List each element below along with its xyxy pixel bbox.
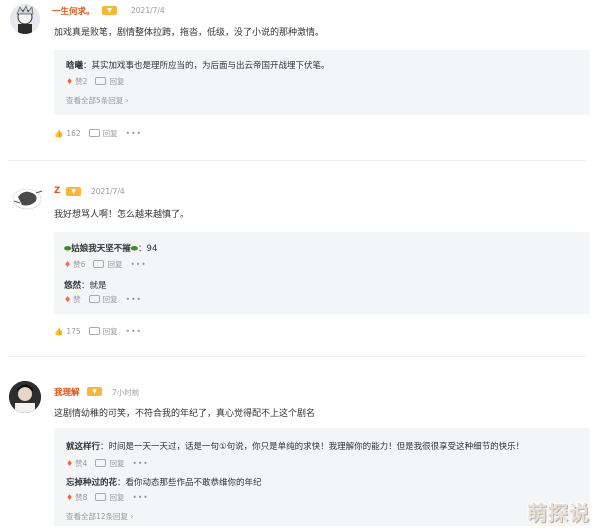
reply-text: ：其实加戏事也是理所应当的，为后面与出云帝国开战埋下伏笔。 — [83, 61, 330, 71]
reply-item: 晗曦：其实加戏事也是理所应当的，为后面与出云帝国开战埋下伏笔。 — [66, 59, 330, 71]
reply-icon[interactable] — [95, 459, 107, 467]
reply-link[interactable]: 回复 — [107, 260, 122, 269]
more-dots-icon[interactable]: ••• — [126, 129, 142, 138]
level-badge-icon: ▼ — [66, 187, 81, 196]
reply-actions: ♦ 赞4 回复 ••• — [66, 458, 149, 469]
reply-item: ⬬姑娘我天坚不摧⬬：94 — [64, 242, 157, 254]
avatar[interactable] — [10, 4, 40, 34]
avatar[interactable] — [8, 183, 46, 215]
chevron-right-icon: › — [128, 512, 134, 521]
timestamp: 2021/7/4 — [131, 6, 165, 15]
like-count[interactable]: 赞4 — [75, 459, 87, 468]
like-count[interactable]: 赞6 — [73, 260, 85, 269]
more-dots-icon[interactable]: ••• — [130, 260, 146, 269]
reply-link[interactable]: 回复 — [103, 295, 118, 304]
reply-link[interactable]: 回复 — [109, 493, 124, 502]
like-count[interactable]: 赞 — [73, 295, 81, 304]
reply-item: 就这样行：时间是一天一天过，话是一句①句说，你只是单纯的求快！我理解你的能力！但… — [66, 440, 524, 452]
reply-icon[interactable] — [93, 260, 105, 268]
timestamp: 2021/7/4 — [91, 187, 125, 196]
reply-actions: ♦ 赞 回复 ••• — [64, 294, 142, 305]
flame-icon[interactable]: ♦ — [66, 459, 73, 468]
view-all-label: 查看全部12条回复 — [66, 512, 129, 521]
flame-icon[interactable]: ♦ — [64, 260, 71, 269]
divider — [8, 160, 586, 161]
flame-icon[interactable]: ♦ — [64, 295, 71, 304]
flame-icon[interactable]: ♦ — [66, 77, 73, 86]
username[interactable]: Z — [54, 186, 60, 196]
username[interactable]: 我理解 — [54, 386, 80, 398]
more-dots-icon[interactable]: ••• — [126, 295, 142, 304]
reply-username[interactable]: 悠然 — [64, 281, 81, 291]
reply-username[interactable]: 就这样行 — [66, 442, 100, 452]
username[interactable]: 一生何求。 — [52, 5, 95, 17]
watermark: 萌探说 — [527, 501, 590, 525]
avatar-figure-icon — [10, 4, 40, 34]
divider — [8, 356, 586, 357]
like-count[interactable]: 175 — [66, 327, 80, 336]
comment-text: 加戏真是败笔，剧情整体拉跨，拖沓，低级，没了小说的那种激情。 — [54, 28, 325, 38]
reply-item: 忘掉种过的花：看你动态那些作品不敢恭维你的年纪 — [66, 476, 262, 488]
more-dots-icon[interactable]: ••• — [132, 493, 148, 502]
like-count[interactable]: 162 — [66, 129, 80, 138]
reply-text: ：看你动态那些作品不敢恭维你的年纪 — [117, 478, 262, 488]
reply-text: ：时间是一天一天过，话是一句①句说，你只是单纯的求快！我理解你的能力！但是我很很… — [100, 442, 525, 452]
avatar[interactable] — [9, 381, 41, 413]
avatar-figure-icon — [12, 188, 43, 210]
timestamp: 7小时前 — [112, 388, 140, 397]
reply-username[interactable]: 晗曦 — [66, 61, 83, 71]
thumb-up-icon[interactable]: 👍 — [54, 327, 63, 336]
reply-icon[interactable] — [95, 77, 107, 85]
reply-text: ：就是 — [81, 281, 107, 291]
flame-icon[interactable]: ♦ — [66, 493, 73, 502]
view-all-label: 查看全部5条回复 — [66, 96, 124, 105]
more-dots-icon[interactable]: ••• — [132, 459, 148, 468]
view-all-replies-link[interactable]: 查看全部12条回复 › — [66, 511, 133, 522]
reply-link[interactable]: 回复 — [109, 77, 124, 86]
avatar-portrait-icon — [9, 381, 41, 413]
comment-actions: 👍 162 回复 ••• — [54, 128, 142, 139]
view-all-replies-link[interactable]: 查看全部5条回复 › — [66, 95, 129, 106]
chevron-right-icon: › — [123, 96, 129, 105]
more-dots-icon[interactable]: ••• — [126, 327, 142, 336]
comment-text: 我好想骂人啊！怎么越来越慎了。 — [54, 210, 190, 220]
reply-icon[interactable] — [88, 129, 100, 137]
reply-icon[interactable] — [95, 493, 107, 501]
reply-text: ：94 — [138, 244, 158, 254]
reply-username[interactable]: 姑娘我天坚不摧 — [71, 244, 131, 254]
level-badge-icon: ▼ — [102, 6, 117, 15]
thumb-up-icon[interactable]: 👍 — [54, 129, 63, 138]
reply-actions: ♦ 赞6 回复 ••• — [64, 259, 147, 270]
reply-actions: ♦ 赞8 回复 ••• — [66, 492, 149, 503]
reply-item: 悠然：就是 — [64, 279, 107, 291]
level-badge-icon: ▼ — [87, 387, 102, 396]
comment-actions: 👍 175 回复 ••• — [54, 326, 142, 337]
reply-icon[interactable] — [88, 295, 100, 303]
like-count[interactable]: 赞2 — [75, 77, 87, 86]
like-count[interactable]: 赞8 — [75, 493, 87, 502]
reply-icon[interactable] — [88, 327, 100, 335]
reply-link[interactable]: 回复 — [109, 459, 124, 468]
comment-text: 这剧情幼稚的可笑，不符合我的年纪了，真心觉得配不上这个剧名 — [54, 409, 316, 419]
reply-link[interactable]: 回复 — [103, 129, 118, 138]
emoji-icon: ⬬ — [130, 244, 139, 254]
reply-link[interactable]: 回复 — [103, 327, 118, 336]
reply-username[interactable]: 忘掉种过的花 — [66, 478, 117, 488]
reply-actions: ♦ 赞2 回复 — [66, 76, 124, 87]
